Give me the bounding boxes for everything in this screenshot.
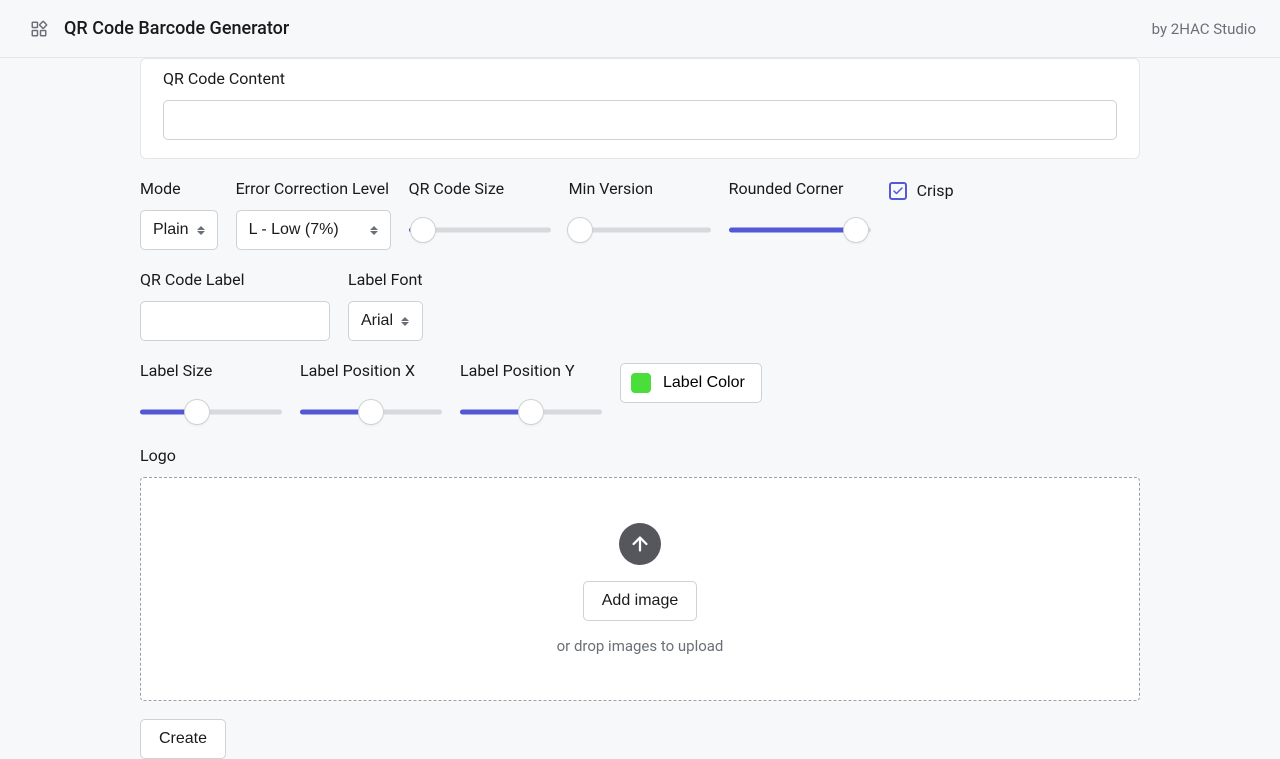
create-row: Create bbox=[140, 719, 1140, 759]
label-color-button[interactable]: Label Color bbox=[620, 363, 762, 403]
labelposy-control: Label Position Y bbox=[460, 361, 602, 426]
byline: by 2HAC Studio bbox=[1152, 20, 1256, 38]
mode-select[interactable]: Plain bbox=[140, 210, 218, 250]
minversion-label: Min Version bbox=[569, 179, 711, 198]
ecl-label: Error Correction Level bbox=[236, 179, 391, 198]
controls-row-1: Mode Plain Error Correction Level L - Lo… bbox=[140, 179, 1140, 250]
rounded-slider[interactable] bbox=[729, 216, 871, 244]
qrlabel-control: QR Code Label bbox=[140, 270, 330, 341]
logo-section: Logo Add image or drop images to upload bbox=[140, 446, 1140, 701]
crisp-label: Crisp bbox=[917, 181, 954, 200]
labelsize-label: Label Size bbox=[140, 361, 282, 380]
widgets-icon bbox=[30, 20, 48, 38]
qrsize-slider[interactable] bbox=[409, 216, 551, 244]
logo-dropzone[interactable]: Add image or drop images to upload bbox=[140, 477, 1140, 701]
crisp-checkbox[interactable] bbox=[889, 182, 907, 200]
controls-row-3: Label Size Label Position X Label Positi… bbox=[140, 361, 1140, 426]
drop-hint: or drop images to upload bbox=[557, 637, 724, 655]
minversion-control: Min Version bbox=[569, 179, 711, 244]
crisp-control: Crisp bbox=[889, 179, 954, 200]
mode-value: Plain bbox=[153, 221, 189, 239]
minversion-slider[interactable] bbox=[569, 216, 711, 244]
ecl-select[interactable]: L - Low (7%) bbox=[236, 210, 391, 250]
sort-icon bbox=[370, 226, 378, 235]
upload-arrow-icon bbox=[619, 523, 661, 565]
mode-control: Mode Plain bbox=[140, 179, 218, 250]
labelposx-label: Label Position X bbox=[300, 361, 442, 380]
qrsize-label: QR Code Size bbox=[409, 179, 551, 198]
labelposx-slider[interactable] bbox=[300, 398, 442, 426]
labelsize-slider[interactable] bbox=[140, 398, 282, 426]
topbar-left: QR Code Barcode Generator bbox=[30, 18, 289, 39]
labelsize-control: Label Size bbox=[140, 361, 282, 426]
create-button[interactable]: Create bbox=[140, 719, 226, 759]
main: QR Code Content Mode Plain Error Correct… bbox=[140, 58, 1140, 759]
labelcolor-control: Label Color bbox=[620, 361, 762, 403]
qrlabel-label: QR Code Label bbox=[140, 270, 330, 289]
logo-label: Logo bbox=[140, 446, 1140, 465]
qr-content-card: QR Code Content bbox=[140, 58, 1140, 159]
labelposx-control: Label Position X bbox=[300, 361, 442, 426]
rounded-control: Rounded Corner bbox=[729, 179, 871, 244]
labelposy-slider[interactable] bbox=[460, 398, 602, 426]
ecl-control: Error Correction Level L - Low (7%) bbox=[236, 179, 391, 250]
qr-content-input[interactable] bbox=[163, 100, 1117, 140]
qrlabel-input[interactable] bbox=[140, 301, 330, 341]
qrsize-control: QR Code Size bbox=[409, 179, 551, 244]
add-image-button[interactable]: Add image bbox=[583, 581, 698, 621]
font-value: Arial bbox=[361, 312, 393, 330]
ecl-value: L - Low (7%) bbox=[249, 221, 339, 239]
topbar: QR Code Barcode Generator by 2HAC Studio bbox=[0, 0, 1280, 58]
labelcolor-text: Label Color bbox=[663, 374, 745, 392]
sort-icon bbox=[401, 317, 409, 326]
sort-icon bbox=[197, 226, 205, 235]
font-label: Label Font bbox=[348, 270, 423, 289]
app-title: QR Code Barcode Generator bbox=[64, 18, 289, 39]
rounded-label: Rounded Corner bbox=[729, 179, 871, 198]
font-control: Label Font Arial bbox=[348, 270, 423, 341]
controls-row-2: QR Code Label Label Font Arial bbox=[140, 270, 1140, 341]
qr-content-label: QR Code Content bbox=[163, 69, 1117, 88]
mode-label: Mode bbox=[140, 179, 218, 198]
font-select[interactable]: Arial bbox=[348, 301, 423, 341]
color-swatch bbox=[631, 373, 651, 393]
labelposy-label: Label Position Y bbox=[460, 361, 602, 380]
